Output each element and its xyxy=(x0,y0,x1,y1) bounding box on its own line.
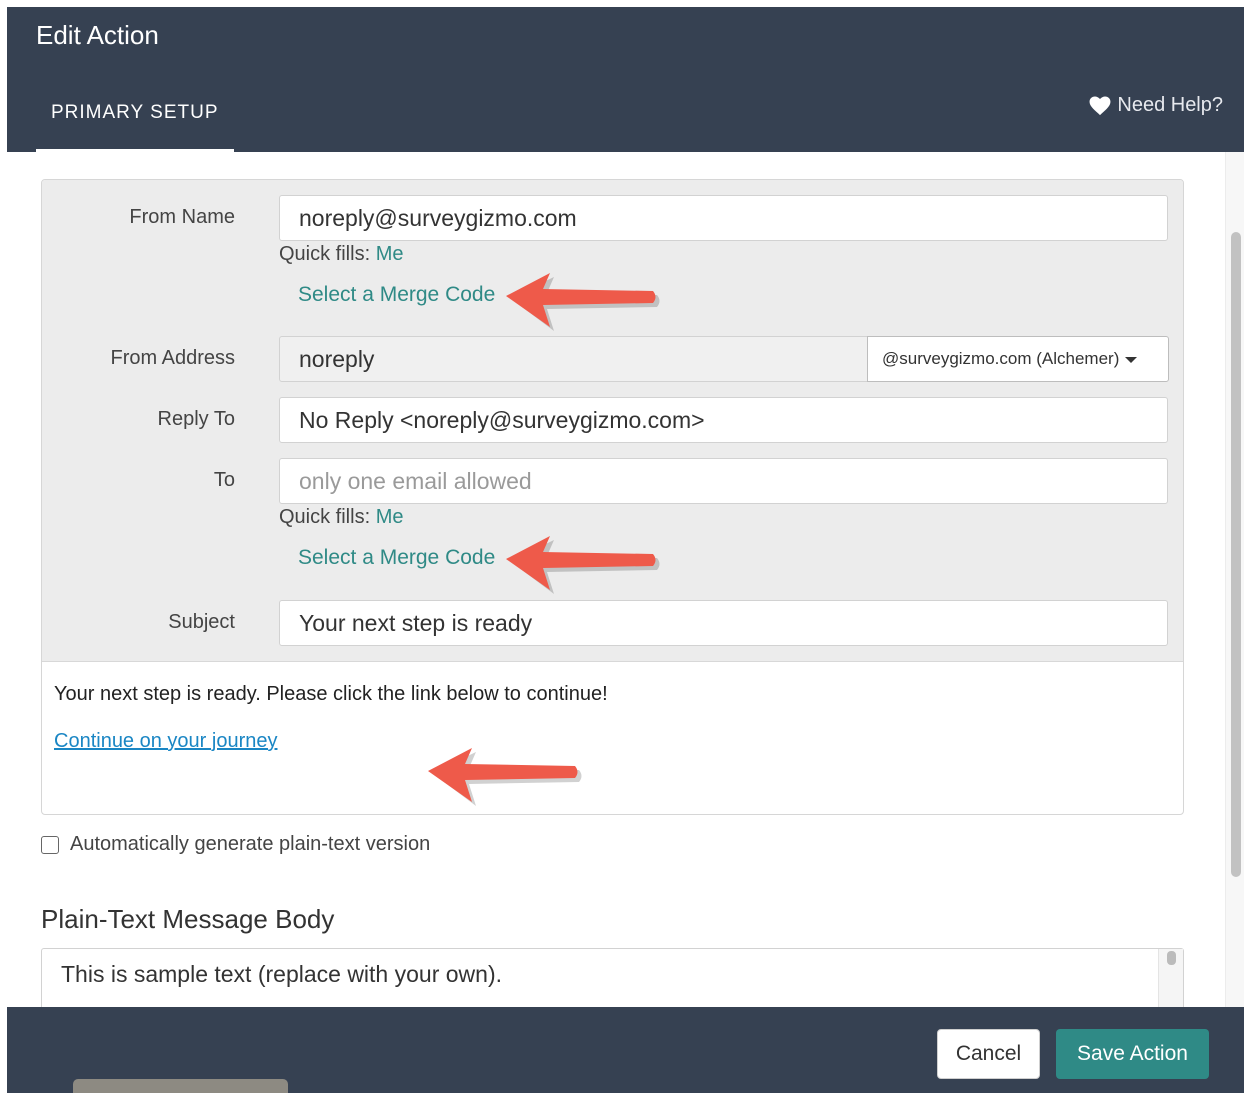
background-button-peek xyxy=(73,1079,288,1093)
from-address-domain-select[interactable]: @surveygizmo.com (Alchemer) xyxy=(867,336,1169,382)
plain-text-checkbox[interactable] xyxy=(41,835,59,854)
modal-title: Edit Action xyxy=(36,20,159,50)
need-help-label: Need Help? xyxy=(1117,94,1223,116)
modal-footer: Cancel Save Action xyxy=(7,1007,1244,1093)
from-address-group: noreply @surveygizmo.com (Alchemer) xyxy=(279,336,1169,382)
reply-to-input[interactable]: No Reply <noreply@surveygizmo.com> xyxy=(279,397,1168,443)
subject-input[interactable]: Your next step is ready xyxy=(279,600,1168,646)
edit-action-modal: Edit Action PRIMARY SETUP Need Help? Fro… xyxy=(7,7,1244,1093)
to-merge-code-link[interactable]: Select a Merge Code xyxy=(298,546,495,570)
tab-label: PRIMARY SETUP xyxy=(51,102,219,123)
subject-label: Subject xyxy=(168,611,235,633)
plain-text-section-title: Plain-Text Message Body xyxy=(41,904,335,934)
continue-journey-link[interactable]: Continue on your journey xyxy=(54,730,277,753)
plain-text-body-value: This is sample text (replace with your o… xyxy=(61,961,502,987)
tab-primary-setup[interactable]: PRIMARY SETUP xyxy=(36,85,234,153)
from-name-merge-code-link[interactable]: Select a Merge Code xyxy=(298,283,495,307)
quick-fill-me-link[interactable]: Me xyxy=(376,506,404,528)
to-input[interactable]: only one email allowed xyxy=(279,458,1168,504)
scrollbar-thumb[interactable] xyxy=(1231,232,1241,877)
from-address-label: From Address xyxy=(110,347,235,369)
message-body-text: Your next step is ready. Please click th… xyxy=(54,683,608,705)
from-name-label: From Name xyxy=(129,206,235,228)
to-label: To xyxy=(213,469,235,491)
quick-fill-me-link[interactable]: Me xyxy=(376,243,404,265)
annotation-arrow-icon xyxy=(506,536,660,594)
from-name-quick-fills: Quick fills: Me xyxy=(279,243,403,266)
from-name-input[interactable]: noreply@surveygizmo.com xyxy=(279,195,1168,241)
need-help-link[interactable]: Need Help? xyxy=(1089,94,1223,117)
from-address-input[interactable]: noreply xyxy=(280,337,867,381)
domain-select-value: @surveygizmo.com (Alchemer) xyxy=(882,349,1120,368)
modal-header: Edit Action PRIMARY SETUP Need Help? xyxy=(7,7,1244,153)
heart-icon xyxy=(1089,95,1111,116)
reply-to-label: Reply To xyxy=(157,408,235,430)
active-tab-indicator xyxy=(36,149,234,153)
textarea-scrollbar-thumb[interactable] xyxy=(1167,951,1176,965)
modal-scrollbar[interactable] xyxy=(1225,152,1244,1012)
quick-fills-label: Quick fills: xyxy=(279,243,371,265)
plain-text-checkbox-label: Automatically generate plain-text versio… xyxy=(70,833,431,855)
to-quick-fills: Quick fills: Me xyxy=(279,506,403,529)
quick-fills-label: Quick fills: xyxy=(279,506,371,528)
annotation-arrow-icon xyxy=(506,273,660,331)
caret-down-icon xyxy=(1125,356,1138,363)
cancel-button[interactable]: Cancel xyxy=(937,1029,1040,1079)
plain-text-checkbox-row[interactable]: Automatically generate plain-text versio… xyxy=(41,833,430,856)
save-action-button[interactable]: Save Action xyxy=(1056,1029,1209,1079)
annotation-arrow-icon xyxy=(428,748,582,806)
